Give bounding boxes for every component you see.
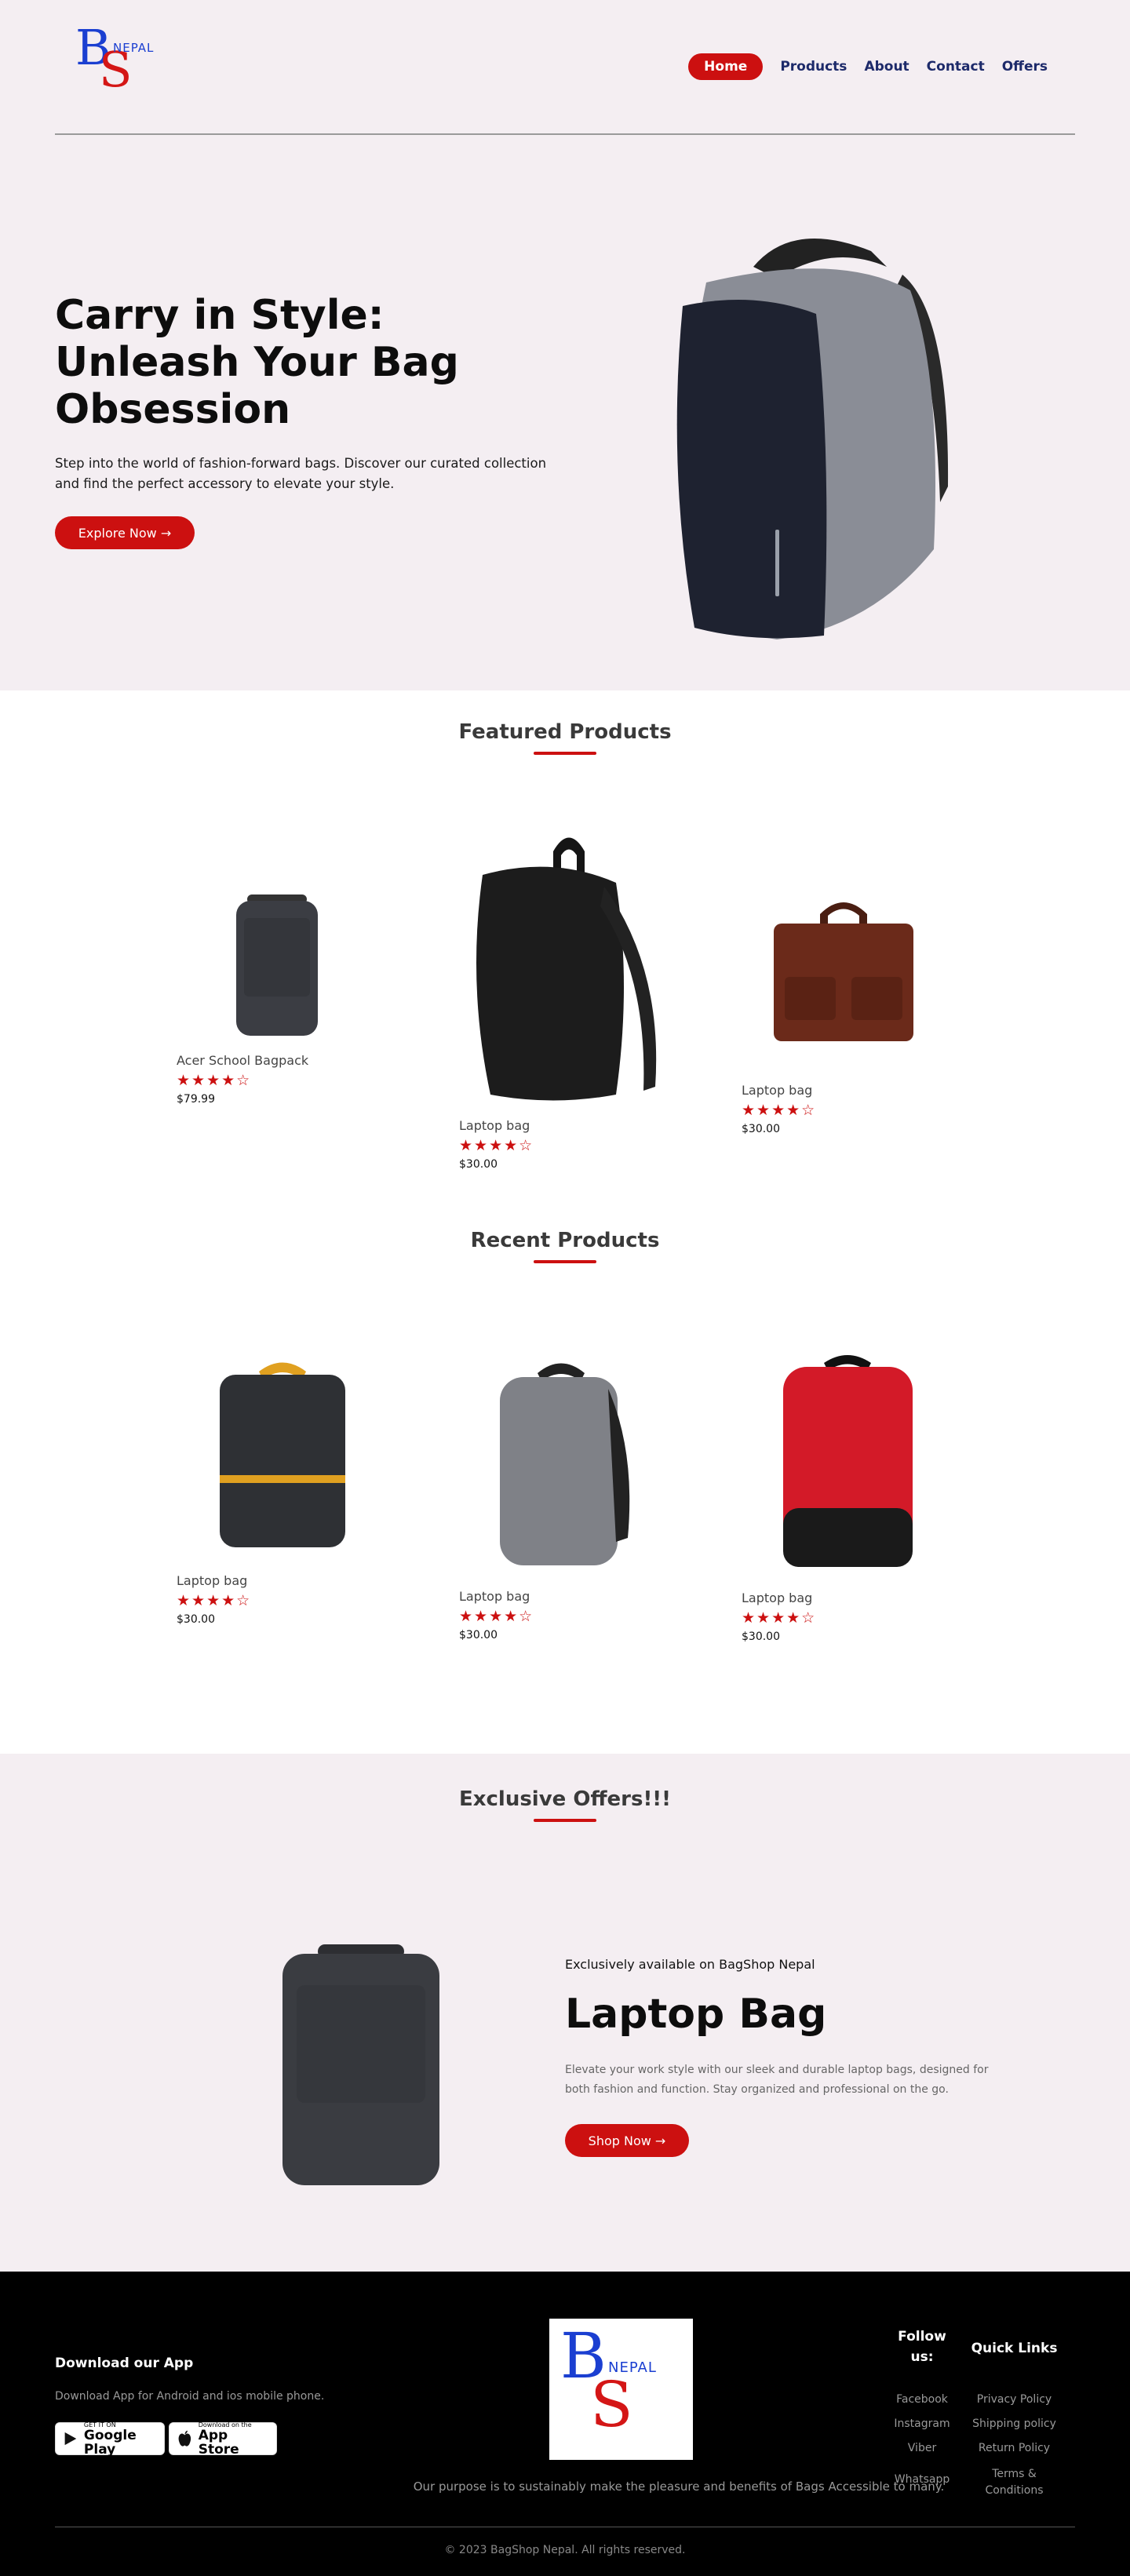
footer-link-privacy[interactable]: Privacy Policy <box>965 2393 1063 2406</box>
product-image <box>236 894 318 1036</box>
footer-link-instagram[interactable]: Instagram <box>883 2418 961 2430</box>
logo-nepal-text: NEPAL <box>113 41 155 55</box>
product-rating: ★★★★☆ <box>177 1592 252 1609</box>
footer-link-return[interactable]: Return Policy <box>965 2442 1063 2454</box>
footer-link-whatsapp[interactable]: Whatsapp <box>883 2473 961 2486</box>
offer-kicker: Exclusively available on BagShop Nepal <box>565 1957 815 1972</box>
nav-about[interactable]: About <box>864 54 909 79</box>
nav-divider <box>55 133 1075 135</box>
nav-offers[interactable]: Offers <box>1002 54 1048 79</box>
hero-title: Carry in Style: Unleash Your Bag Obsessi… <box>55 292 459 433</box>
product-name: Acer School Bagpack <box>177 1053 309 1068</box>
nav-home[interactable]: Home <box>688 53 764 80</box>
product-name: Laptop bag <box>459 1118 530 1133</box>
footer-copyright: © 2023 BagShop Nepal. All rights reserve… <box>444 2544 686 2556</box>
footer-logo-nepal-text: NEPAL <box>608 2359 657 2376</box>
product-rating: ★★★★☆ <box>459 1608 534 1625</box>
recent-underline <box>534 1260 596 1263</box>
product-rating: ★★★★☆ <box>459 1137 534 1154</box>
footer-link-terms[interactable]: Terms & Conditions <box>965 2466 1063 2499</box>
brand-logo[interactable]: B S NEPAL <box>75 24 162 94</box>
featured-underline <box>534 752 596 755</box>
product-price: $30.00 <box>177 1613 215 1626</box>
recent-title: Recent Products <box>470 1229 660 1252</box>
product-image <box>476 837 657 1101</box>
product-price: $30.00 <box>742 1123 780 1135</box>
footer-logo-letter-s: S <box>590 2368 633 2441</box>
hero-backpack-image <box>676 239 949 639</box>
product-price: $79.99 <box>177 1093 215 1106</box>
hero-description: Step into the world of fashion-forward b… <box>55 456 547 491</box>
shop-now-button[interactable]: Shop Now → <box>565 2124 689 2157</box>
footer-link-shipping[interactable]: Shipping policy <box>965 2418 1063 2430</box>
app-store-big-text: App Store <box>198 2427 239 2458</box>
product-price: $30.00 <box>459 1629 498 1641</box>
footer-quick-links-title: Quick Links <box>971 2341 1058 2356</box>
product-price: $30.00 <box>459 1158 498 1171</box>
offer-product-title: Laptop Bag <box>565 1991 827 2038</box>
app-store-button[interactable]: Download on the App Store <box>169 2421 277 2458</box>
product-image <box>774 902 913 1041</box>
product-price: $30.00 <box>742 1630 780 1643</box>
footer-download-title: Download our App <box>55 2356 194 2371</box>
footer-follow-title: Follow us: <box>898 2329 946 2365</box>
footer-link-viber[interactable]: Viber <box>883 2442 961 2454</box>
footer-link-facebook[interactable]: Facebook <box>883 2393 961 2406</box>
product-rating: ★★★★☆ <box>177 1072 252 1089</box>
explore-now-button[interactable]: Explore Now → <box>55 516 195 549</box>
product-rating: ★★★★☆ <box>742 1102 817 1119</box>
product-name: Laptop bag <box>177 1573 248 1588</box>
product-name: Laptop bag <box>742 1083 813 1098</box>
offers-title: Exclusive Offers!!! <box>458 1787 672 1811</box>
product-rating: ★★★★☆ <box>742 1609 817 1627</box>
product-image <box>220 1362 345 1547</box>
product-name: Laptop bag <box>742 1590 813 1605</box>
google-play-button[interactable]: GET IT ON Google Play <box>55 2421 165 2458</box>
product-name: Laptop bag <box>459 1589 530 1604</box>
nav-contact[interactable]: Contact <box>927 54 985 79</box>
offers-underline <box>534 1819 596 1822</box>
footer-logo[interactable]: B S NEPAL <box>549 2319 693 2460</box>
offer-description: Elevate your work style with our sleek a… <box>565 2064 989 2096</box>
google-play-big-text: Google Play <box>83 2427 137 2458</box>
google-play-icon <box>64 2432 77 2446</box>
product-image <box>500 1363 630 1565</box>
main-nav: Home Products About Contact Offers <box>688 53 1048 80</box>
featured-title: Featured Products <box>458 720 672 744</box>
footer-download-text: Download App for Android and ios mobile … <box>55 2390 325 2403</box>
nav-products[interactable]: Products <box>780 54 847 79</box>
apple-icon <box>178 2430 191 2447</box>
product-image <box>783 1355 913 1567</box>
offer-laptop-bag-image <box>282 1944 439 2185</box>
